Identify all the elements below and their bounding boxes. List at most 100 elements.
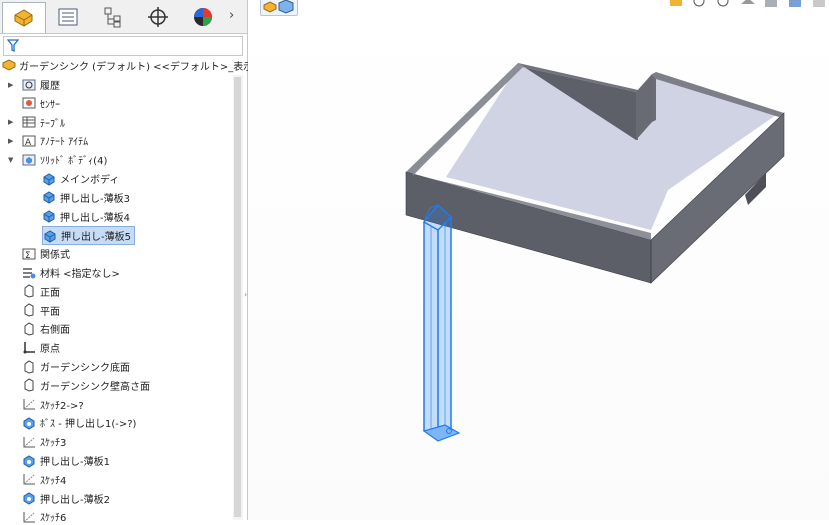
tree-item-label: ﾎﾞｽ - 押し出し1(->?) [40, 419, 137, 431]
tree-item[interactable]: ｾﾝｻｰ [22, 95, 60, 112]
tree-item[interactable]: ｽｹｯﾁ2->? [22, 396, 84, 413]
tree-item-label: ｽｹｯﾁ3 [40, 438, 67, 450]
filter-icon [7, 39, 19, 53]
tree-item-label: ｿﾘｯﾄﾞ ﾎﾞﾃﾞｨ(4) [40, 156, 108, 168]
feature-manager-tab[interactable] [2, 2, 46, 33]
plane-icon [24, 378, 34, 392]
tree-item-label: ｱﾉﾃｰﾄ ｱｲﾃﾑ [40, 137, 89, 149]
part-icon [14, 9, 33, 27]
tree-item-label: 正面 [40, 287, 60, 299]
tree-item[interactable]: ｽｹｯﾁ4 [22, 471, 66, 488]
expand-arrow-icon[interactable]: ▶ [8, 137, 13, 145]
tree-item[interactable]: ｽｹｯﾁ3 [22, 433, 66, 450]
expand-arrow-icon[interactable]: ▶ [8, 81, 13, 89]
table-icon [22, 116, 36, 128]
plane-icon [24, 303, 34, 317]
tree-item[interactable]: 正面 [22, 283, 60, 300]
tree-item-label: 平面 [40, 306, 60, 318]
configuration-tree-icon [104, 7, 121, 28]
solid-body-icon [44, 230, 56, 243]
tree-item-label: ｽｹｯﾁ6 [40, 513, 67, 525]
graphics-viewport[interactable] [248, 0, 829, 520]
tree-item-label: 関係式 [40, 250, 70, 262]
sink-right-inner [652, 74, 656, 122]
solid-body-icon [43, 210, 55, 223]
tree-item[interactable]: ▶ 履歴 [8, 76, 60, 93]
tree-item-label: 押し出し-薄板4 [60, 212, 130, 224]
configuration-manager-tab[interactable] [92, 2, 134, 32]
dimxpert-tab[interactable] [137, 2, 179, 32]
tree-item[interactable]: Σ 関係式 [22, 245, 70, 262]
tree-item[interactable]: ﾎﾞｽ - 押し出し1(->?) [22, 414, 136, 431]
solid-body-icon [43, 172, 55, 186]
equations-icon: Σ [22, 248, 36, 261]
tree-item[interactable]: ガーデンシンク底面 [22, 358, 130, 375]
extrude-feature-icon [23, 417, 35, 430]
sketch-icon [23, 436, 35, 448]
tree-item[interactable]: ▼ ｿﾘｯﾄﾞ ﾎﾞﾃﾞｨ(4) [8, 151, 108, 168]
tree-item[interactable]: 原点 [22, 339, 60, 356]
tree-item[interactable]: ガーデンシンク壁高さ面 [22, 377, 150, 394]
property-list-icon [58, 8, 78, 26]
sketch-icon [23, 474, 35, 485]
tree-item-label: ガーデンシンク壁高さ面 [40, 381, 150, 393]
tree-item-label: ガーデンシンク底面 [40, 363, 130, 374]
selected-leg-body[interactable] [422, 203, 461, 442]
annotation-icon: A [22, 135, 36, 148]
tree-item-label: 原点 [40, 344, 60, 356]
extrude-feature-icon [23, 454, 35, 468]
sink-main-body[interactable] [405, 63, 785, 284]
tree-item-label: ｾﾝｻｰ [40, 99, 60, 111]
tree-item-label: ｽｹｯﾁ2->? [40, 400, 84, 412]
plane-icon [24, 284, 34, 298]
tree-item[interactable]: 右側面 [22, 320, 70, 337]
tree-item[interactable]: 押し出し-薄板1 [22, 452, 110, 469]
tree-item-label: 押し出し-薄板2 [40, 494, 110, 506]
plane-icon [24, 322, 34, 336]
extrude-feature-icon [23, 492, 35, 505]
sketch-icon [23, 511, 35, 523]
svg-text:A: A [25, 138, 32, 148]
tree-scrollbar[interactable] [233, 75, 243, 520]
tree-item-label: 右側面 [40, 325, 70, 337]
tree-item[interactable]: 押し出し-薄板2 [22, 490, 110, 507]
tree-item[interactable]: 平面 [22, 302, 60, 319]
feature-manager-panel: › ガーデンシンク (デフォルト) <<デフォルト>_表示状態 1> ▶ 履歴 ｾﾝ… [0, 0, 291, 524]
tree-item[interactable]: メインボディ [42, 170, 119, 187]
solid-bodies-folder-icon [22, 154, 36, 166]
tree-item[interactable]: ｽｹｯﾁ6 [22, 508, 66, 525]
tree-item[interactable]: 押し出し-薄板5 [42, 226, 135, 246]
tree-item-label: ｽｹｯﾁ4 [40, 475, 67, 487]
more-tabs-chevron-icon[interactable]: › [229, 8, 234, 23]
sensor-icon [22, 97, 36, 109]
sketch-icon [23, 399, 35, 410]
material-icon [23, 267, 36, 278]
tree-item-label: 履歴 [40, 81, 60, 92]
expand-arrow-icon[interactable]: ▶ [8, 118, 13, 126]
tree-item-label: ﾃｰﾌﾞﾙ [40, 118, 65, 130]
display-sphere-icon [194, 8, 212, 26]
tree-item-label: メインボディ [60, 175, 120, 186]
part-icon [2, 59, 16, 71]
tree-item[interactable]: ▶ ﾃｰﾌﾞﾙ [8, 114, 65, 131]
plane-icon [24, 359, 34, 374]
scrollbar-thumb[interactable] [234, 77, 241, 517]
tree-item[interactable]: ▶ A ｱﾉﾃｰﾄ ｱｲﾃﾑ [8, 132, 89, 149]
tree-item-label: 押し出し-薄板1 [40, 457, 110, 468]
tree-item-label: 押し出し-薄板3 [60, 193, 130, 205]
property-manager-tab[interactable] [47, 2, 89, 32]
crosshair-icon [148, 7, 168, 27]
tree-filter-input[interactable] [3, 36, 243, 56]
tree-item-label: 押し出し-薄板5 [61, 232, 131, 244]
tree-item[interactable]: 押し出し-薄板3 [42, 189, 130, 206]
history-folder-icon [22, 79, 36, 90]
collapse-arrow-icon[interactable]: ▼ [8, 156, 13, 164]
solid-body-icon [43, 191, 55, 204]
tree-item[interactable]: 材料 <指定なし> [22, 264, 120, 281]
panel-tab-bar: › [0, 0, 247, 34]
tree-item[interactable]: 押し出し-薄板4 [42, 208, 130, 225]
model-canvas [405, 63, 785, 442]
origin-icon [23, 341, 35, 354]
display-manager-tab[interactable] [182, 2, 224, 32]
svg-text:Σ: Σ [25, 251, 31, 261]
